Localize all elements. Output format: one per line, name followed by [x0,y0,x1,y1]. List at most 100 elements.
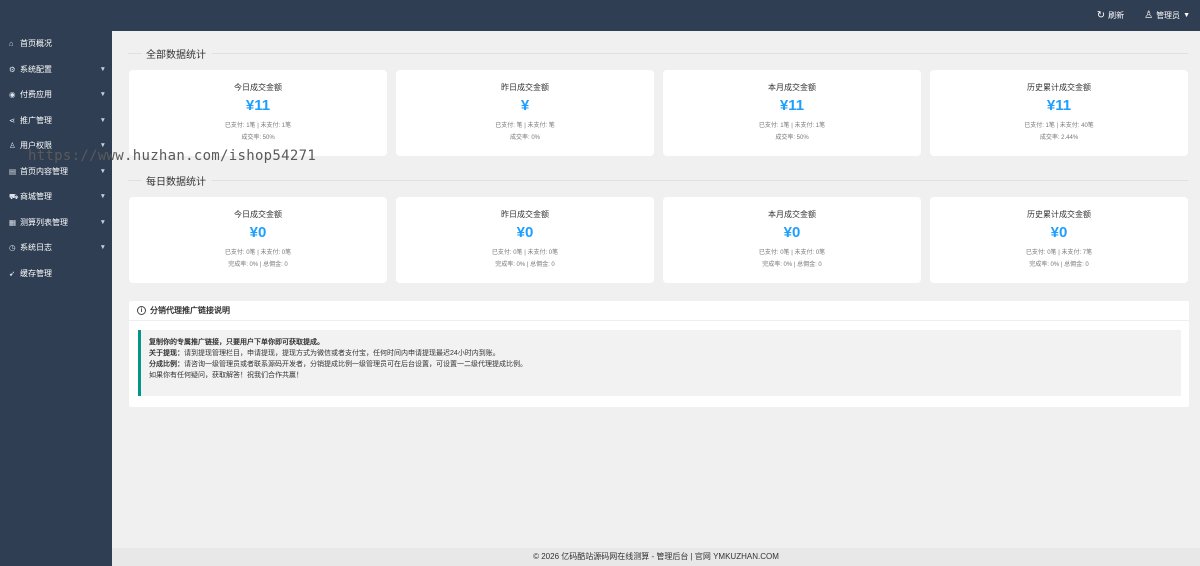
notice-line3-label: 分成比例： [149,361,184,368]
card-detail: 已支付: 笔 | 未支付: 笔 [495,123,555,129]
chevron-down-icon: ▼ [99,218,106,226]
refresh-label: 刷新 [1108,11,1125,20]
section-daily-title-text: 每日数据统计 [146,177,206,188]
card-rate: 完成率: 0% | 总佣金: 0 [762,262,822,268]
refresh-icon: ↻ [1096,10,1106,21]
sidebar: ⌂ 首页概况 ⚙ 系统配置 ▼ ◉ 付费应用 ▼ ⋖ 推广管理 ▼ ♙ 用户权限 ▼ ▤ 首页内容管理 ▼ ⛟ 商城… [0,31,112,566]
main-content: 全部数据统计 今日成交金额 ¥11 已支付: 1笔 | 未支付: 1笔 成交率: 50… [112,31,1200,548]
chevron-down-icon: ▼ [99,167,106,175]
notice-panel: i 分销代理推广链接说明 复制你的专属推广链接，只要用户下单你即可获取提成。 关… [129,301,1189,407]
pay-icon: ◉ [9,90,16,100]
stat-card: 今日成交金额 ¥0 已支付: 0笔 | 未支付: 0笔 完成率: 0% | 总佣金: … [129,197,387,283]
list-icon: ▦ [9,217,17,227]
card-title: 历史累计成交金额 [1027,83,1091,92]
send-icon: ➹ [9,268,16,278]
card-title: 昨日成交金额 [501,83,549,92]
cards-daily: 今日成交金额 ¥0 已支付: 0笔 | 未支付: 0笔 完成率: 0% | 总佣金: … [129,197,1188,283]
chevron-down-icon: ▼ [99,116,106,124]
card-value: ¥11 [245,97,271,114]
sidebar-item[interactable]: ⚙ 系统配置 ▼ [0,57,112,83]
card-value: ¥0 [1050,224,1068,241]
gear-icon: ⚙ [9,64,16,74]
content-icon: ▤ [9,166,17,176]
top-actions: ↻ 刷新 ♙ 管理员 ▼ [1097,0,1190,31]
sidebar-item-label: 测算列表管理 [20,217,68,227]
chevron-down-icon: ▼ [99,91,106,99]
chevron-down-icon: ▼ [99,244,106,252]
card-detail: 已支付: 1笔 | 未支付: 1笔 [224,123,292,129]
stat-card: 历史累计成交金额 ¥11 已支付: 1笔 | 未支付: 40笔 成交率: 2.44% [930,70,1188,156]
sidebar-item[interactable]: ◉ 付费应用 ▼ [0,82,112,108]
share-icon: ⋖ [9,115,16,125]
card-value: ¥0 [783,224,801,241]
top-bar: ↻ 刷新 ♙ 管理员 ▼ [0,0,1200,31]
user-menu[interactable]: ♙ 管理员 ▼ [1144,10,1190,21]
chevron-down-icon: ▼ [99,193,106,201]
stat-card: 昨日成交金额 ¥ 已支付: 笔 | 未支付: 笔成交率: 0% [396,70,654,156]
sidebar-item[interactable]: ⌂ 首页概况 [0,31,112,57]
clock-icon: ◷ [9,243,16,253]
card-rate: 成交率: 50% [241,135,275,141]
card-title: 本月成交金额 [768,83,816,92]
stat-card: 历史累计成交金额 ¥0 已支付: 0笔 | 未支付: 7笔 完成率: 0% | 总佣金… [930,197,1188,283]
notice-body: 复制你的专属推广链接，只要用户下单你即可获取提成。 关于提现：请到提现管理栏目，… [138,330,1181,396]
notice-title: 分销代理推广链接说明 [150,306,230,315]
card-value: ¥ [520,97,530,114]
card-detail: 已支付: 0笔 | 未支付: 0笔 [224,250,292,256]
card-title: 今日成交金额 [234,210,282,219]
sidebar-item-label: 推广管理 [20,115,52,125]
notice-line3: 请咨询一级管理员或者联系源码开发者，分销提成比例一级管理员可在后台设置，可设置一… [184,361,527,368]
user-icon: ♙ [9,141,16,151]
card-detail: 已支付: 0笔 | 未支付: 0笔 [491,250,559,256]
card-value: ¥0 [516,224,534,241]
card-rate: 完成率: 0% | 总佣金: 0 [495,262,555,268]
sidebar-item[interactable]: ⋖ 推广管理 ▼ [0,108,112,134]
watermark: https://www.huzhan.com/ishop54271 [28,148,317,164]
card-rate: 成交率: 50% [775,135,809,141]
sidebar-item-label: 缓存管理 [20,268,52,278]
sidebar-item-label: 首页内容管理 [20,166,68,176]
card-detail: 已支付: 1笔 | 未支付: 40笔 [1024,123,1094,129]
card-detail: 已支付: 0笔 | 未支付: 7笔 [1025,250,1093,256]
sidebar-item-label: 系统日志 [20,243,52,253]
notice-line2: 请到提现管理栏目，申请提现，提现方式为微信或者支付宝，任何时间内申请提现最迟24… [184,350,500,357]
card-title: 历史累计成交金额 [1027,210,1091,219]
card-rate: 完成率: 0% | 总佣金: 0 [1029,262,1089,268]
card-value: ¥0 [249,224,267,241]
notice-header: i 分销代理推广链接说明 [129,301,1189,321]
card-rate: 成交率: 2.44% [1039,135,1079,141]
user-icon: ♙ [1144,10,1154,21]
refresh-button[interactable]: ↻ 刷新 [1097,10,1124,21]
chevron-down-icon: ▼ [99,65,106,73]
sidebar-item-label: 首页概况 [20,39,52,49]
card-value: ¥11 [1046,97,1072,114]
section-all-title-text: 全部数据统计 [146,50,206,61]
card-title: 本月成交金额 [768,210,816,219]
card-rate: 成交率: 0% [509,135,540,141]
card-detail: 已支付: 1笔 | 未支付: 1笔 [758,123,826,129]
stat-card: 今日成交金额 ¥11 已支付: 1笔 | 未支付: 1笔 成交率: 50% [129,70,387,156]
user-label: 管理员 [1156,11,1181,20]
card-rate: 完成率: 0% | 总佣金: 0 [228,262,288,268]
sidebar-item[interactable]: ◷ 系统日志 ▼ [0,235,112,261]
card-title: 今日成交金额 [234,83,282,92]
stat-card: 本月成交金额 ¥0 已支付: 0笔 | 未支付: 0笔 完成率: 0% | 总佣金: … [663,197,921,283]
stat-card: 昨日成交金额 ¥0 已支付: 0笔 | 未支付: 0笔 完成率: 0% | 总佣金: … [396,197,654,283]
sidebar-item-label: 商城管理 [20,192,52,202]
notice-line2-label: 关于提现： [149,350,184,357]
cards-all: 今日成交金额 ¥11 已支付: 1笔 | 未支付: 1笔 成交率: 50% 昨日成交金额… [129,70,1188,156]
info-icon: i [137,306,146,315]
sidebar-item-label: 系统配置 [20,64,52,74]
footer: © 2026 亿码酷站源码网在线测算 - 管理后台 | 官网 YMKUZHAN.… [112,548,1200,566]
notice-line1: 复制你的专属推广链接，只要用户下单你即可获取提成。 [149,339,324,346]
sidebar-item[interactable]: ▦ 测算列表管理 ▼ [0,210,112,236]
cart-icon: ⛟ [9,191,19,201]
card-title: 昨日成交金额 [501,210,549,219]
sidebar-item-label: 付费应用 [20,90,52,100]
sidebar-item[interactable]: ⛟ 商城管理 ▼ [0,184,112,210]
card-value: ¥11 [779,97,805,114]
notice-line4: 如果你有任何疑问，获取解答！祝我们合作共赢！ [149,372,303,379]
stat-card: 本月成交金额 ¥11 已支付: 1笔 | 未支付: 1笔 成交率: 50% [663,70,921,156]
sidebar-item[interactable]: ➹ 缓存管理 [0,261,112,287]
card-detail: 已支付: 0笔 | 未支付: 0笔 [758,250,826,256]
